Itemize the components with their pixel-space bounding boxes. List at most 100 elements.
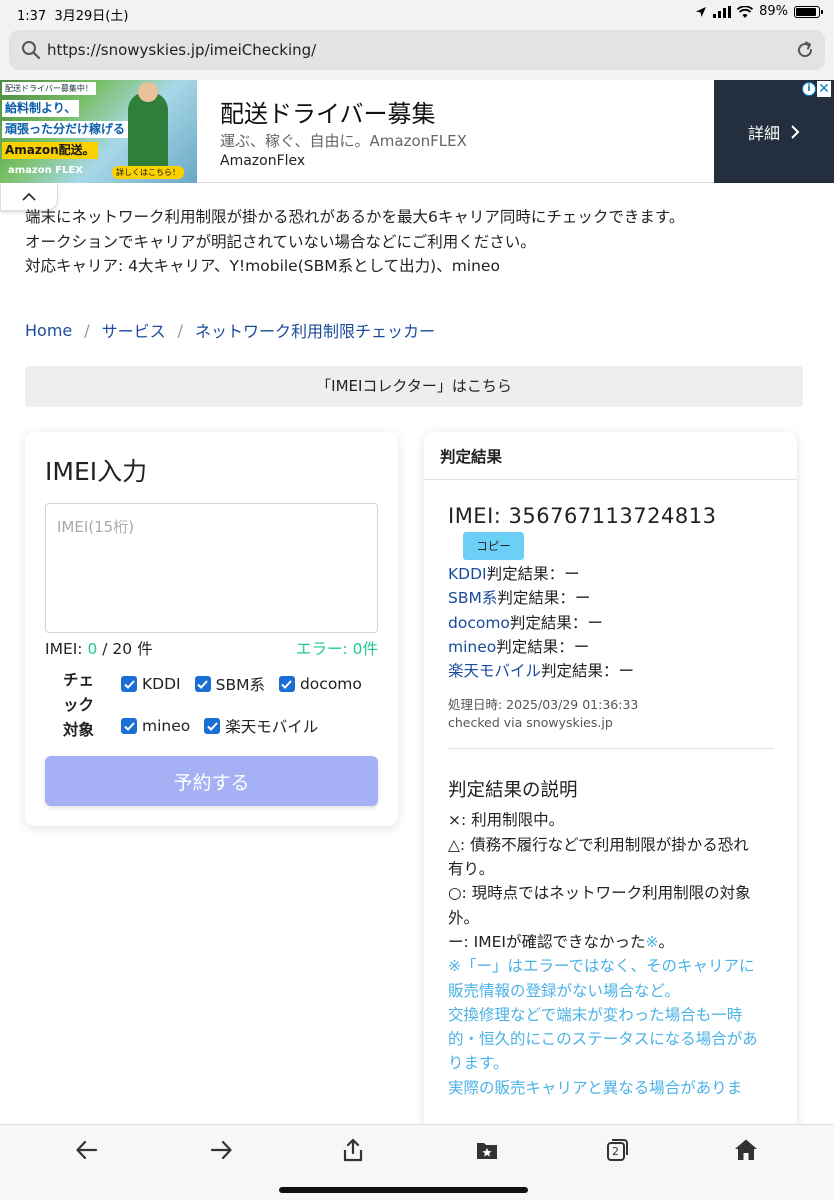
ad-image-line: Amazon配送。 — [2, 142, 98, 159]
checkbox-kddi[interactable]: KDDI — [121, 673, 181, 695]
chevron-right-icon — [791, 124, 800, 139]
ad-info-icon[interactable]: i — [802, 82, 816, 96]
explain-text: ×: 利用制限中。 △: 債務不履行などで利用制限が掛かる恐れ 有り。 ○: 現… — [448, 808, 778, 1100]
ad-person-illustration — [128, 82, 168, 172]
count-value: 0 — [87, 640, 98, 658]
signal-icon — [713, 5, 732, 18]
explain-line: 有り。 — [448, 860, 495, 879]
carrier-link[interactable]: KDDI — [448, 565, 487, 583]
reload-icon[interactable] — [795, 40, 815, 60]
carrier-link[interactable]: mineo — [448, 638, 496, 656]
breadcrumb-separator: / — [177, 320, 184, 340]
ad-brand: AmazonFlex — [220, 153, 306, 169]
count-suffix: / 20 件 — [97, 640, 153, 658]
explain-line: 外。 — [448, 908, 480, 927]
result-card-header: 判定結果 — [424, 432, 797, 480]
checkmark-icon[interactable] — [121, 718, 137, 734]
status-right: 89% — [695, 4, 823, 19]
home-indicator — [279, 1187, 528, 1193]
carrier-link[interactable]: docomo — [448, 614, 510, 632]
ad-image[interactable]: 配送ドライバー募集中！ 給料制より、 頑張った分だけ稼げる Amazon配送。 … — [0, 80, 197, 183]
result-imei: IMEI: 356767113724813 — [448, 504, 717, 528]
explain-title: 判定結果の説明 — [448, 780, 578, 802]
ad-cta-label: 詳細 — [747, 123, 780, 143]
checkbox-label: docomo — [299, 675, 362, 693]
carrier-result-value: 判定結果：ー — [509, 613, 603, 632]
ad-subtitle: 運ぶ、稼ぐ、自由に。AmazonFLEX — [220, 132, 467, 150]
carrier-results: KDDI判定結果：ー SBM系判定結果：ー docomo判定結果：ー mineo… — [448, 562, 778, 683]
note-mark: ※ — [645, 932, 659, 951]
ad-cta-button[interactable]: 詳細 — [714, 80, 834, 183]
explain-line: ×: 利用制限中。 — [448, 811, 565, 830]
carrier-link[interactable]: SBM系 — [448, 589, 497, 607]
checkmark-icon[interactable] — [121, 676, 137, 692]
home-icon[interactable] — [733, 1137, 759, 1163]
explain-line: ○: 現時点ではネットワーク利用制限の対象 — [448, 884, 751, 903]
checkmark-icon[interactable] — [194, 676, 211, 692]
imei-count-row: IMEI: 0 / 20 件 エラー: 0件 — [45, 637, 378, 659]
checkbox-sbm[interactable]: SBM系 — [194, 673, 265, 695]
forward-icon[interactable] — [208, 1137, 234, 1163]
copy-button[interactable]: コピー — [463, 532, 524, 560]
processed-info: 処理日時: 2025/03/29 01:36:33 checked via sn… — [448, 696, 778, 732]
processed-at: 処理日時: 2025/03/29 01:36:33 — [448, 697, 639, 713]
ad-image-line: 頑張った分だけ稼げる — [2, 121, 129, 138]
result-card-body: IMEI: 356767113724813 コピー KDDI判定結果：ー SBM… — [448, 504, 778, 1100]
breadcrumb: Home / サービス / ネットワーク利用制限チェッカー — [25, 318, 435, 342]
intro-text: 端末にネットワーク利用制限が掛かる恐れがあるかを最大6キャリア同時にチェックでき… — [25, 205, 684, 279]
ad-title[interactable]: 配送ドライバー募集 — [220, 94, 436, 129]
carrier-result-row: KDDI判定結果：ー — [448, 562, 778, 586]
checkbox-docomo[interactable]: docomo — [278, 673, 362, 695]
note-line: 実際の販売キャリアと異なる場合がありま — [448, 1078, 743, 1097]
back-icon[interactable] — [74, 1137, 100, 1163]
explain-line: △: 債務不履行などで利用制限が掛かる恐れ — [448, 835, 749, 854]
breadcrumb-home[interactable]: Home — [25, 321, 72, 340]
checkmark-icon[interactable] — [278, 676, 295, 692]
bookmarks-icon[interactable] — [474, 1137, 500, 1163]
url-text: https://snowyskies.jp/imeiChecking/ — [47, 41, 317, 59]
note-line: 的・恒久的にこのステータスになる場合があ — [448, 1030, 758, 1049]
share-icon[interactable] — [340, 1137, 366, 1163]
checkbox-row: KDDI SBM系 docomo — [121, 673, 362, 695]
divider — [448, 748, 774, 750]
ad-image-line: 給料制より、 — [2, 100, 80, 117]
checkbox-label: SBM系 — [215, 676, 265, 694]
imei-input[interactable] — [45, 503, 378, 633]
checkbox-mineo[interactable]: mineo — [121, 715, 190, 737]
wifi-icon — [737, 5, 754, 18]
ad-image-brand: amazon FLEX — [8, 165, 83, 176]
checkmark-icon[interactable] — [204, 718, 221, 734]
breadcrumb-current[interactable]: ネットワーク利用制限チェッカー — [195, 318, 435, 342]
ad-image-tag: 配送ドライバー募集中！ — [2, 82, 96, 95]
ad-close-icon[interactable]: ✕ — [817, 81, 831, 97]
checkbox-row: mineo 楽天モバイル — [121, 715, 318, 737]
browser-top-bar: https://snowyskies.jp/imeiChecking/ — [0, 26, 834, 80]
carrier-link[interactable]: 楽天モバイル — [448, 662, 541, 680]
checkbox-rakuten[interactable]: 楽天モバイル — [204, 715, 318, 737]
location-icon — [696, 6, 707, 17]
status-time: 1:37 3月29日(土) — [17, 9, 129, 24]
battery-icon — [794, 5, 823, 18]
carrier-result-value: 判定結果：ー — [497, 589, 591, 608]
tabs-count: 2 — [612, 1145, 619, 1158]
ad-image-button[interactable]: 詳しくはこちら！ — [112, 166, 184, 179]
carrier-result-row: mineo判定結果：ー — [448, 635, 778, 659]
explain-line: ー: IMEIが確認できなかった※。 — [448, 932, 674, 951]
status-bar: 1:37 3月29日(土) 89% — [0, 0, 834, 26]
intro-line: オークションでキャリアが明記されていない場合などにご利用ください。 — [25, 232, 536, 251]
search-icon — [22, 41, 41, 60]
tabs-button[interactable]: 2 — [604, 1137, 630, 1163]
breadcrumb-services[interactable]: サービス — [102, 318, 166, 342]
note-line: 交換修理などで端末が変わった場合も一時 — [448, 1005, 743, 1024]
carrier-result-value: 判定結果：ー — [486, 565, 580, 583]
note-line: ※「ー」はエラーではなく、そのキャリアに — [448, 957, 755, 976]
imei-collector-link[interactable]: 「IMEIコレクター」はこちら — [25, 366, 803, 407]
count-prefix: IMEI: — [45, 640, 88, 658]
note-line: ります。 — [448, 1054, 509, 1073]
ad-banner[interactable]: 配送ドライバー募集中！ 給料制より、 頑張った分だけ稼げる Amazon配送。 … — [0, 80, 834, 183]
checked-via: checked via snowyskies.jp — [448, 715, 613, 731]
carrier-result-row: 楽天モバイル判定結果：ー — [448, 659, 778, 683]
address-bar[interactable]: https://snowyskies.jp/imeiChecking/ — [9, 30, 825, 70]
battery-percent: 89% — [759, 4, 788, 19]
reserve-button[interactable]: 予約する — [45, 756, 378, 806]
